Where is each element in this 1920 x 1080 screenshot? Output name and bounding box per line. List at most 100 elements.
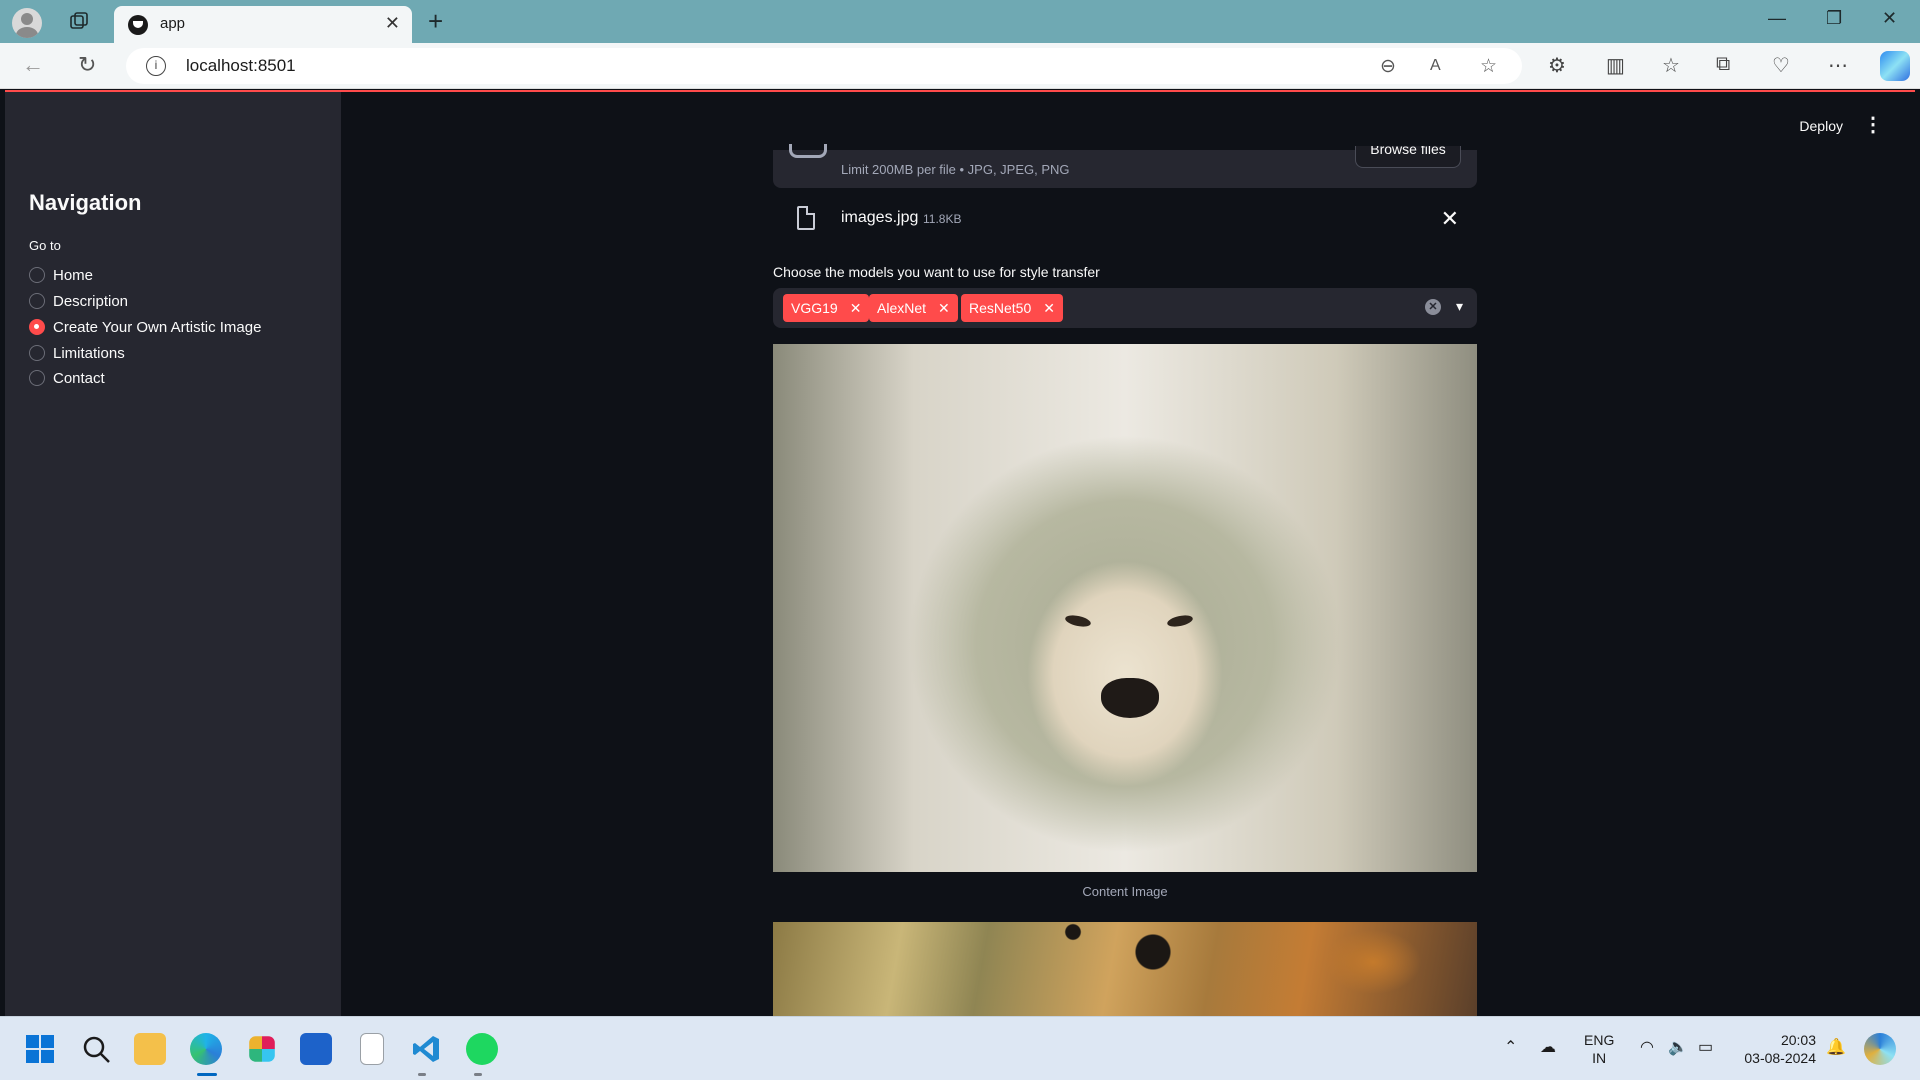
file-name: images.jpg [841,209,919,226]
chip-remove-icon[interactable]: ✕ [938,294,950,322]
sidebar-title: Navigation [29,190,142,215]
workspaces-icon[interactable] [68,10,90,32]
radio-option-contact[interactable]: Contact [29,367,105,389]
collections-icon[interactable]: ⧉ [1716,53,1730,76]
site-info-icon[interactable]: i [146,56,166,76]
split-screen-icon[interactable]: ▥ [1606,53,1625,78]
chip-label: AlexNet [877,300,927,316]
chip-label: VGG19 [791,300,838,316]
uploaded-file-row: images.jpg 11.8KB ✕ [773,198,1477,242]
file-explorer-icon[interactable] [134,1033,166,1065]
windows-start-icon[interactable] [24,1033,56,1065]
copilot-icon[interactable] [1880,51,1910,81]
upload-limit-text: Limit 200MB per file • JPG, JPEG, PNG [841,162,1070,177]
browse-files-button[interactable]: Browse files [1355,146,1461,168]
windows-taskbar: ⌃ ☁ ENG IN ◠ 🔈 ▭ 20:03 03-08-2024 🔔 [0,1016,1920,1080]
radio-label: Description [53,292,129,310]
active-app-indicator [197,1073,217,1076]
model-chip-alexnet: AlexNet ✕ [869,294,958,322]
model-chip-resnet50: ResNet50 ✕ [961,294,1063,322]
radio-button[interactable] [29,370,45,386]
browser-essentials-icon[interactable]: ♡ [1772,53,1790,78]
radio-option-create-artistic-image[interactable]: Create Your Own Artistic Image [29,316,261,338]
onedrive-icon[interactable]: ☁ [1540,1037,1556,1057]
search-icon[interactable] [80,1033,112,1065]
chevron-down-icon[interactable]: ▾ [1456,298,1463,315]
deploy-button[interactable]: Deploy [1799,118,1843,134]
puppy-eye-left [1064,613,1092,629]
chip-label: ResNet50 [969,300,1032,316]
language-code: ENG [1584,1032,1615,1048]
upload-cloud-icon [789,144,827,158]
spotify-icon[interactable] [466,1033,498,1065]
battery-icon[interactable]: ▭ [1698,1037,1713,1057]
close-window-icon[interactable]: ✕ [1882,8,1897,29]
minimize-icon[interactable]: — [1768,8,1786,29]
favorites-icon[interactable]: ☆ [1662,53,1680,78]
style-image [773,922,1477,1016]
copilot-taskbar-icon[interactable] [1864,1033,1896,1065]
tab-close-icon[interactable]: ✕ [385,13,400,34]
chip-remove-icon[interactable]: ✕ [1043,294,1055,322]
radio-label: Contact [53,369,105,387]
radio-option-description[interactable]: Description [29,290,128,312]
edge-browser-icon[interactable] [190,1033,222,1065]
remove-file-icon[interactable]: ✕ [1441,206,1459,232]
sidebar: Navigation Go to Home Description Create… [5,92,341,1016]
notifications-bell-icon[interactable]: 🔔 [1826,1037,1846,1057]
running-indicator [474,1073,482,1076]
radio-button[interactable] [29,293,45,309]
clock[interactable]: 20:03 03-08-2024 [1736,1031,1816,1067]
file-uploader-dropzone[interactable]: Limit 200MB per file • JPG, JPEG, PNG Br… [773,144,1477,188]
microsoft-store-icon[interactable] [300,1033,332,1065]
show-hidden-icons-icon[interactable]: ⌃ [1504,1037,1517,1057]
zoom-out-icon[interactable]: ⊖ [1380,55,1396,78]
favorite-star-icon[interactable]: ☆ [1480,55,1497,78]
radio-label: Limitations [53,344,125,362]
refresh-icon[interactable]: ↻ [78,52,96,78]
profile-avatar-icon[interactable] [12,8,42,38]
tab-title: app [160,15,186,32]
radio-option-limitations[interactable]: Limitations [29,342,125,364]
volume-icon[interactable]: 🔈 [1668,1037,1688,1057]
language-indicator[interactable]: ENG IN [1584,1031,1614,1067]
radio-group-label: Go to [29,238,61,253]
radio-option-home[interactable]: Home [29,264,93,286]
read-aloud-icon[interactable]: A [1430,57,1441,75]
models-multiselect-label: Choose the models you want to use for st… [773,264,1100,280]
content-image-caption: Content Image [1082,884,1168,899]
browser-tab-active[interactable]: app ✕ [114,6,412,43]
address-toolbar: ← ↻ i localhost:8501 ⊖ A ☆ ⚙ ▥ ☆ ⧉ ♡ ⋯ [0,43,1920,89]
new-tab-icon[interactable]: + [428,6,443,37]
clock-time: 20:03 [1780,1032,1816,1048]
radio-button[interactable] [29,267,45,283]
extensions-icon[interactable]: ⚙ [1548,53,1566,78]
puppy-nose [1101,678,1159,718]
browse-files-label: Browse files [1370,146,1446,157]
radio-button[interactable] [29,345,45,361]
file-size: 11.8KB [923,212,962,226]
main-menu-icon[interactable]: ⋮ [1863,112,1883,137]
address-bar[interactable]: i localhost:8501 ⊖ A ☆ [126,48,1522,84]
more-options-icon[interactable]: ⋯ [1828,53,1848,78]
region-code: IN [1592,1050,1607,1066]
clock-date: 03-08-2024 [1744,1050,1816,1066]
model-chip-vgg19: VGG19 ✕ [783,294,870,322]
app-viewport: Navigation Go to Home Description Create… [5,90,1915,1016]
slack-icon[interactable] [249,1036,275,1062]
clear-all-icon[interactable]: ✕ [1425,299,1441,315]
browser-tab-bar: app ✕ + — ❐ ✕ [0,0,1920,43]
content-image-puppy [773,344,1477,872]
wifi-icon[interactable]: ◠ [1640,1037,1654,1057]
back-icon[interactable]: ← [22,52,44,78]
radio-label: Home [53,266,94,284]
notepad-icon[interactable] [360,1033,384,1065]
file-icon [797,206,815,230]
streamlit-favicon-icon [128,15,148,35]
radio-button-selected[interactable] [29,319,45,335]
url-text[interactable]: localhost:8501 [186,56,296,76]
chip-remove-icon[interactable]: ✕ [850,294,862,322]
vscode-icon[interactable] [410,1033,442,1065]
restore-icon[interactable]: ❐ [1826,8,1842,29]
models-multiselect[interactable]: VGG19 ✕ AlexNet ✕ ResNet50 ✕ ✕ ▾ [773,288,1477,328]
